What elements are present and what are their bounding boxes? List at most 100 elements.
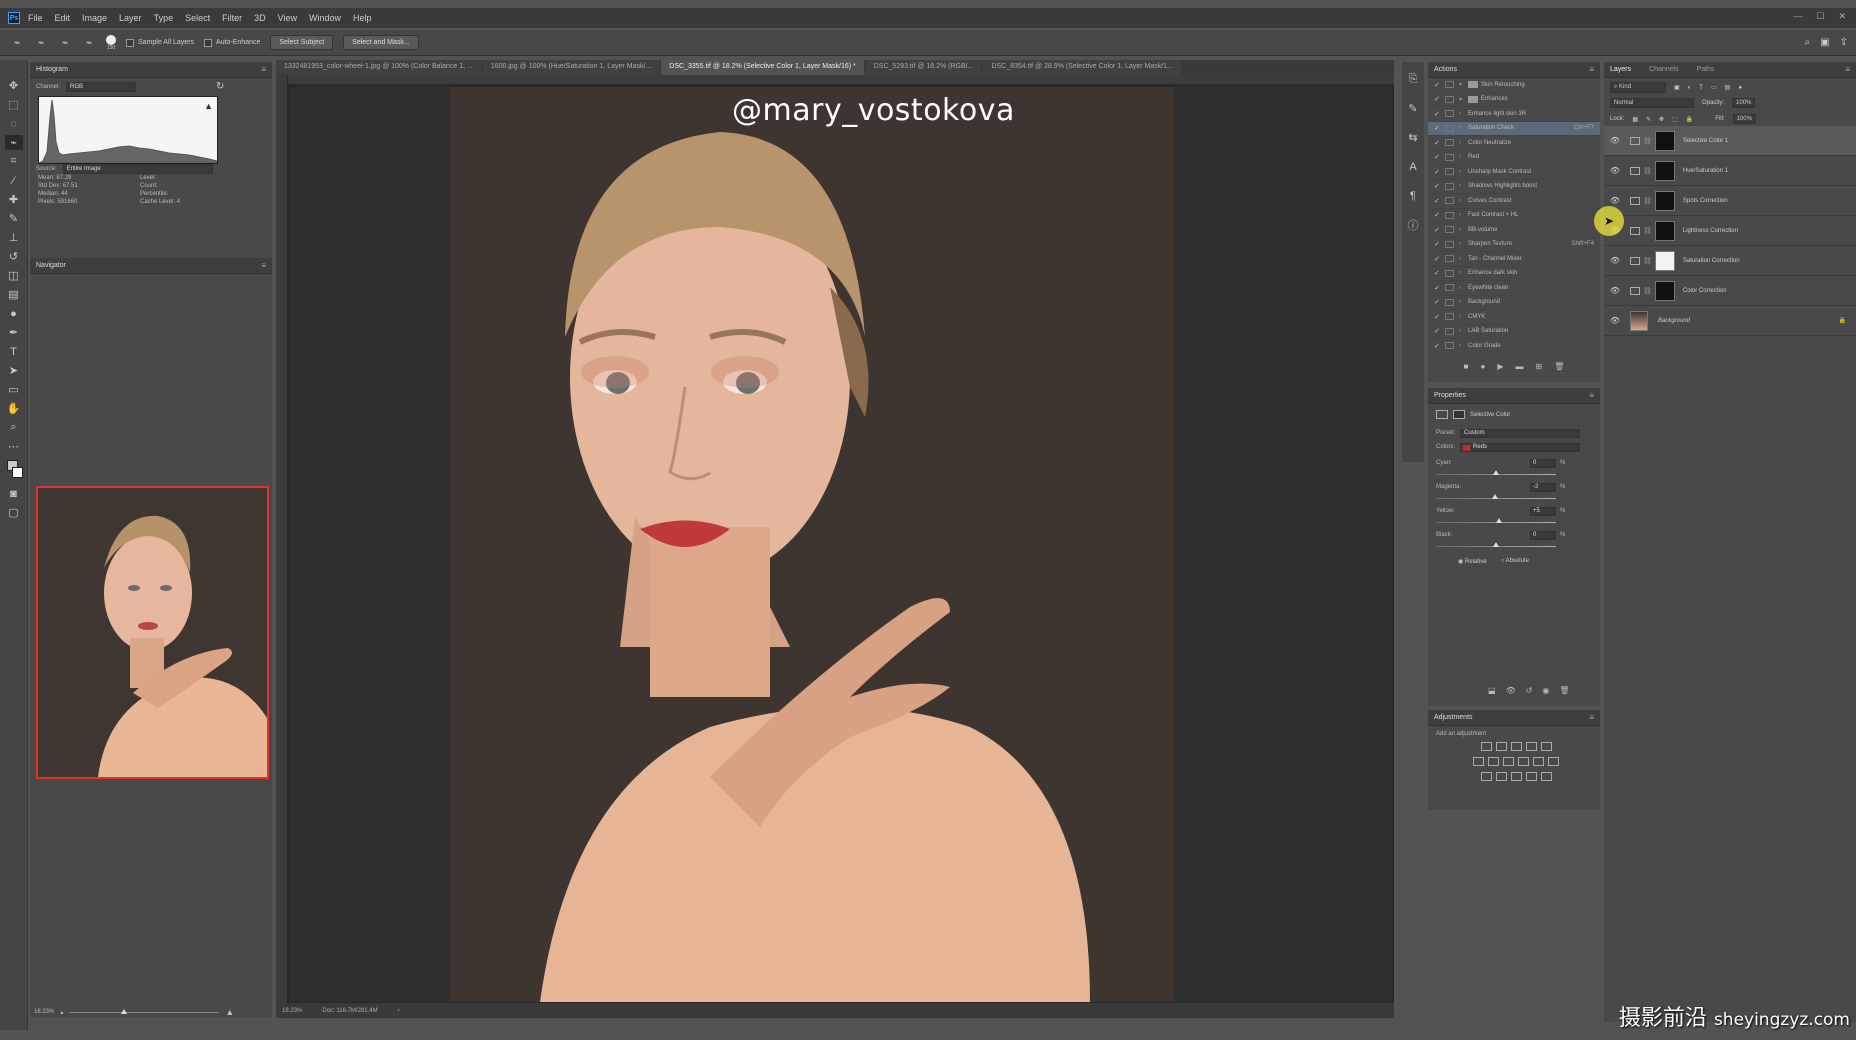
link-chain-icon[interactable]: ⛓: [1643, 167, 1652, 175]
lock-transparent-icon[interactable]: ▦: [1632, 116, 1638, 123]
action-item[interactable]: ✓ › Curves Contrast: [1428, 194, 1600, 209]
visibility-eye-icon[interactable]: 👁: [1608, 136, 1622, 145]
more-tools-icon[interactable]: ⋯: [5, 439, 23, 454]
status-arrow-icon[interactable]: ›: [398, 1008, 400, 1014]
action-enabled-check-icon[interactable]: ✓: [1434, 313, 1442, 321]
link-chain-icon[interactable]: ⛓: [1643, 257, 1652, 265]
absolute-radio[interactable]: ○ Absolute: [1501, 558, 1529, 565]
slider-value-input[interactable]: +5: [1530, 507, 1556, 516]
expand-arrow-icon[interactable]: ›: [1459, 299, 1465, 305]
subtract-selection-icon[interactable]: ⌁: [82, 36, 96, 50]
lock-position-icon[interactable]: ✥: [1659, 116, 1664, 123]
brush-settings-icon[interactable]: ✎: [1404, 101, 1422, 116]
action-enabled-check-icon[interactable]: ✓: [1434, 182, 1442, 190]
stop-icon[interactable]: ■: [1464, 362, 1469, 371]
action-enabled-check-icon[interactable]: ✓: [1434, 139, 1442, 147]
mask-icon[interactable]: [1453, 410, 1465, 419]
expand-arrow-icon[interactable]: ›: [1459, 111, 1465, 117]
action-item[interactable]: ✓ › Color Neutralize: [1428, 136, 1600, 151]
brush-size-picker[interactable]: 150: [106, 34, 116, 51]
action-enabled-check-icon[interactable]: ✓: [1434, 327, 1442, 335]
marquee-tool-icon[interactable]: ⬚: [5, 97, 23, 112]
slider-thumb[interactable]: [121, 1008, 128, 1014]
dialog-toggle-icon[interactable]: [1445, 269, 1454, 277]
menu-help[interactable]: Help: [353, 13, 372, 23]
menu-layer[interactable]: Layer: [119, 13, 142, 23]
action-item[interactable]: ✓ › Background: [1428, 296, 1600, 310]
new-selection-icon[interactable]: ⌁: [34, 36, 48, 50]
visibility-eye-icon[interactable]: 👁: [1608, 286, 1622, 295]
layer-mask-thumbnail[interactable]: [1654, 220, 1675, 241]
action-item[interactable]: ✓ › Sharpen Texture Shift+F4: [1428, 238, 1600, 252]
slider-value-input[interactable]: 0: [1530, 531, 1556, 540]
invert-icon[interactable]: [1480, 772, 1492, 781]
slider-value-input[interactable]: 0: [1530, 459, 1556, 468]
view-previous-icon[interactable]: 👁: [1506, 686, 1516, 695]
action-item[interactable]: ✓ › Tan - Channel Mixer: [1428, 252, 1600, 267]
menu-view[interactable]: View: [278, 13, 297, 23]
gradient-map-icon[interactable]: [1525, 772, 1537, 781]
dialog-toggle-icon[interactable]: [1445, 298, 1454, 306]
expand-arrow-icon[interactable]: ›: [1459, 183, 1465, 189]
delete-icon[interactable]: 🗑: [1559, 686, 1569, 695]
move-tool-icon[interactable]: ✥: [5, 78, 23, 93]
hue-saturation-icon[interactable]: [1473, 757, 1484, 766]
visibility-eye-icon[interactable]: 👁: [1608, 316, 1622, 325]
close-icon[interactable]: ✕: [1838, 11, 1846, 22]
action-enabled-check-icon[interactable]: ✓: [1434, 226, 1442, 234]
action-enabled-check-icon[interactable]: ✓: [1434, 240, 1442, 248]
layer-kind-filter[interactable]: ⌕ Kind: [1610, 82, 1666, 93]
slider-thumb[interactable]: [1493, 470, 1499, 475]
document-tab-4[interactable]: DSC_5283.tif @ 18.2% (RGB/...: [865, 60, 982, 75]
link-chain-icon[interactable]: ⛓: [1643, 197, 1652, 205]
lock-image-icon[interactable]: ✎: [1646, 116, 1651, 123]
background-color-swatch[interactable]: [11, 467, 23, 478]
expand-arrow-icon[interactable]: ›: [1459, 227, 1465, 233]
visibility-eye-icon[interactable]: 👁: [1608, 166, 1622, 175]
dialog-toggle-icon[interactable]: [1445, 342, 1454, 350]
document-canvas[interactable]: @mary_vostokova: [290, 87, 1392, 1002]
tab-paths[interactable]: Paths: [1697, 66, 1715, 73]
document-tab-5[interactable]: DSC_8354.tif @ 28.9% (Selective Color 1,…: [983, 60, 1181, 75]
action-item[interactable]: ✓ › Eyewhite clean: [1428, 281, 1600, 296]
action-enabled-check-icon[interactable]: ✓: [1434, 284, 1442, 292]
layer-mask-thumbnail[interactable]: [1654, 190, 1675, 211]
type-tool-icon[interactable]: T: [5, 344, 23, 359]
filter-pixel-icon[interactable]: ▣: [1674, 84, 1680, 91]
slider-thumb[interactable]: [1491, 494, 1498, 499]
link-chain-icon[interactable]: ⛓: [1643, 227, 1652, 235]
source-select[interactable]: Entire Image: [62, 164, 213, 174]
quick-selection-tool-icon[interactable]: ⌁: [4, 135, 23, 150]
relative-radio[interactable]: ◉ Relative: [1458, 558, 1487, 565]
eyedropper-tool-icon[interactable]: ⁄: [5, 173, 23, 188]
zoom-out-icon[interactable]: ▴: [60, 1009, 63, 1016]
document-tab-2[interactable]: 1600.jpg @ 100% (Hue/Saturation 1, Layer…: [482, 60, 660, 75]
action-enabled-check-icon[interactable]: ✓: [1434, 342, 1442, 350]
layer-mask-thumbnail[interactable]: [1654, 280, 1675, 301]
dialog-toggle-icon[interactable]: [1445, 95, 1454, 103]
navigator-thumbnail[interactable]: [36, 486, 269, 779]
visibility-eye-icon[interactable]: 👁: [1608, 256, 1622, 265]
reset-icon[interactable]: ↺: [1526, 686, 1533, 695]
color-balance-icon[interactable]: [1488, 757, 1499, 766]
fill-input[interactable]: 100%: [1732, 114, 1756, 124]
expand-arrow-icon[interactable]: ▾: [1459, 81, 1465, 88]
filter-shape-icon[interactable]: ▭: [1711, 84, 1717, 91]
dialog-toggle-icon[interactable]: [1445, 226, 1454, 234]
minimize-icon[interactable]: —: [1793, 11, 1802, 22]
action-item[interactable]: ✓ › Enhance light skin 3R: [1428, 107, 1600, 122]
action-item[interactable]: ✓ › Fast Contrast + HL: [1428, 209, 1600, 223]
auto-enhance-checkbox[interactable]: Auto-Enhance: [204, 38, 260, 47]
expand-arrow-icon[interactable]: ›: [1459, 256, 1465, 262]
dialog-toggle-icon[interactable]: [1445, 284, 1454, 292]
action-enabled-check-icon[interactable]: ✓: [1434, 81, 1442, 89]
action-enabled-check-icon[interactable]: ✓: [1434, 110, 1442, 118]
clip-to-layer-icon[interactable]: ⬓: [1488, 686, 1496, 695]
action-item[interactable]: ✓ › LAB Saturation: [1428, 325, 1600, 339]
zoom-in-icon[interactable]: ▲: [225, 1007, 234, 1017]
action-item[interactable]: ✓ › CMYK: [1428, 310, 1600, 325]
dialog-toggle-icon[interactable]: [1445, 139, 1454, 147]
search-icon[interactable]: ⌕: [1805, 37, 1811, 48]
black-white-icon[interactable]: [1503, 757, 1514, 766]
maximize-icon[interactable]: ☐: [1816, 11, 1824, 22]
